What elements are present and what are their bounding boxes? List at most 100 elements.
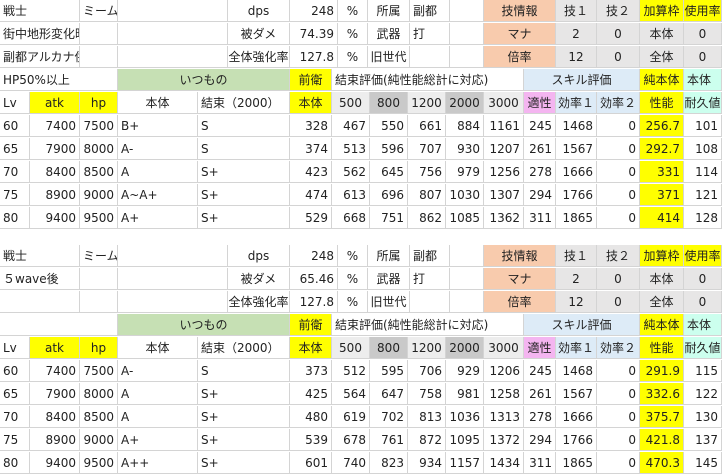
bond-800-cell[interactable]: 702 [370,406,408,428]
body-grade-cell[interactable]: A++ [118,452,198,474]
info-cell[interactable]: 全体 [640,291,684,313]
body-value-cell[interactable]: 480 [290,406,332,428]
column-header[interactable]: atk [30,92,80,114]
info-cell[interactable]: ５wave後 [0,268,80,290]
durability-cell[interactable]: 121 [684,184,722,206]
hp-cell[interactable]: 9000 [80,429,118,451]
info-cell[interactable]: 副都アルカナ併用時 [0,46,80,68]
skill-eff1-cell[interactable]: 1865 [556,207,597,229]
bond-2000-cell[interactable]: 1095 [446,429,484,451]
bond-500-cell[interactable]: 613 [332,184,370,206]
bond-grade-cell[interactable]: S [198,360,290,382]
atk-cell[interactable]: 8900 [30,429,80,451]
info-cell[interactable]: 使用率 [684,0,722,22]
condition-label[interactable] [0,314,118,336]
info-cell[interactable]: 街中地形変化時 [0,23,80,45]
frontline-header[interactable]: 前衛 [290,69,332,91]
column-header[interactable]: 500 [332,337,370,359]
bond-grade-cell[interactable]: S+ [198,452,290,474]
condition-label[interactable]: HP50%以上 [0,69,118,91]
info-cell[interactable]: ミーム [80,0,118,22]
bond-grade-cell[interactable]: S [198,115,290,137]
body-value-cell[interactable]: 539 [290,429,332,451]
info-cell[interactable]: 全体強化率 [228,46,290,68]
durability-cell[interactable]: 128 [684,207,722,229]
bond-eval-header[interactable]: 結束評価(純性能総計に対応) [332,69,524,91]
level-cell[interactable]: 80 [0,207,30,229]
column-header[interactable]: 3000 [484,337,524,359]
bond-3000-cell[interactable]: 1207 [484,138,524,160]
info-cell[interactable]: 旧世代 [368,46,410,68]
info-cell[interactable]: マナ [484,23,556,45]
info-cell[interactable]: 武器 [368,268,410,290]
bond-800-cell[interactable]: 596 [370,138,408,160]
hp-cell[interactable]: 8000 [80,383,118,405]
skill-eff2-cell[interactable]: 0 [597,406,640,428]
info-cell[interactable]: 技１ [556,245,597,267]
bond-800-cell[interactable]: 595 [370,360,408,382]
bond-500-cell[interactable]: 562 [332,161,370,183]
info-cell[interactable]: 0 [684,23,722,45]
info-cell[interactable] [80,46,118,68]
atk-cell[interactable]: 7400 [30,360,80,382]
info-cell[interactable] [450,245,484,267]
body-value-cell[interactable]: 328 [290,115,332,137]
bond-1200-cell[interactable]: 862 [408,207,446,229]
bond-500-cell[interactable]: 678 [332,429,370,451]
info-cell[interactable]: 127.8 [290,46,338,68]
column-header[interactable]: 3000 [484,92,524,114]
skill-eff1-cell[interactable]: 1567 [556,383,597,405]
column-header[interactable]: 適性 [524,337,556,359]
info-cell[interactable]: 旧世代 [368,291,410,313]
info-cell[interactable]: 戦士 [0,245,80,267]
info-cell[interactable]: 127.8 [290,291,338,313]
info-cell[interactable] [80,23,118,45]
info-cell[interactable]: 2 [556,268,597,290]
info-cell[interactable]: 248 [290,0,338,22]
level-cell[interactable]: 70 [0,406,30,428]
column-header[interactable]: Lv [0,337,30,359]
bond-3000-cell[interactable]: 1313 [484,406,524,428]
bond-800-cell[interactable]: 647 [370,383,408,405]
bond-1200-cell[interactable]: 706 [408,360,446,382]
bond-2000-cell[interactable]: 979 [446,161,484,183]
durability-cell[interactable]: 145 [684,452,722,474]
info-cell[interactable] [450,23,484,45]
info-cell[interactable] [0,291,80,313]
skill-eff1-cell[interactable]: 1766 [556,429,597,451]
skill-eff1-cell[interactable]: 1766 [556,184,597,206]
bond-2000-cell[interactable]: 930 [446,138,484,160]
bond-800-cell[interactable]: 550 [370,115,408,137]
skill-eff1-cell[interactable]: 1567 [556,138,597,160]
skill-aptitude-cell[interactable]: 311 [524,452,556,474]
skill-eff2-cell[interactable]: 0 [597,184,640,206]
hp-cell[interactable]: 7500 [80,115,118,137]
hp-cell[interactable]: 9500 [80,452,118,474]
bond-3000-cell[interactable]: 1256 [484,161,524,183]
bond-500-cell[interactable]: 512 [332,360,370,382]
skill-eff2-cell[interactable]: 0 [597,452,640,474]
skill-eff2-cell[interactable]: 0 [597,138,640,160]
column-header[interactable]: 800 [370,92,408,114]
info-cell[interactable]: 所属 [368,0,410,22]
bond-1200-cell[interactable]: 813 [408,406,446,428]
info-cell[interactable]: 本体 [640,23,684,45]
info-cell[interactable] [118,0,228,22]
column-header[interactable]: 効率１ [556,337,597,359]
level-cell[interactable]: 75 [0,184,30,206]
atk-cell[interactable]: 7900 [30,138,80,160]
performance-cell[interactable]: 332.6 [640,383,684,405]
body-value-cell[interactable]: 474 [290,184,332,206]
atk-cell[interactable]: 9400 [30,207,80,229]
level-cell[interactable]: 60 [0,360,30,382]
performance-cell[interactable]: 421.8 [640,429,684,451]
bond-2000-cell[interactable]: 929 [446,360,484,382]
info-cell[interactable]: 2 [556,23,597,45]
bond-500-cell[interactable]: 564 [332,383,370,405]
info-cell[interactable]: 0 [684,291,722,313]
bond-2000-cell[interactable]: 1157 [446,452,484,474]
hp-cell[interactable]: 9000 [80,184,118,206]
body-value-cell[interactable]: 601 [290,452,332,474]
column-header[interactable]: 本体 [290,92,332,114]
body-grade-cell[interactable]: A- [118,138,198,160]
